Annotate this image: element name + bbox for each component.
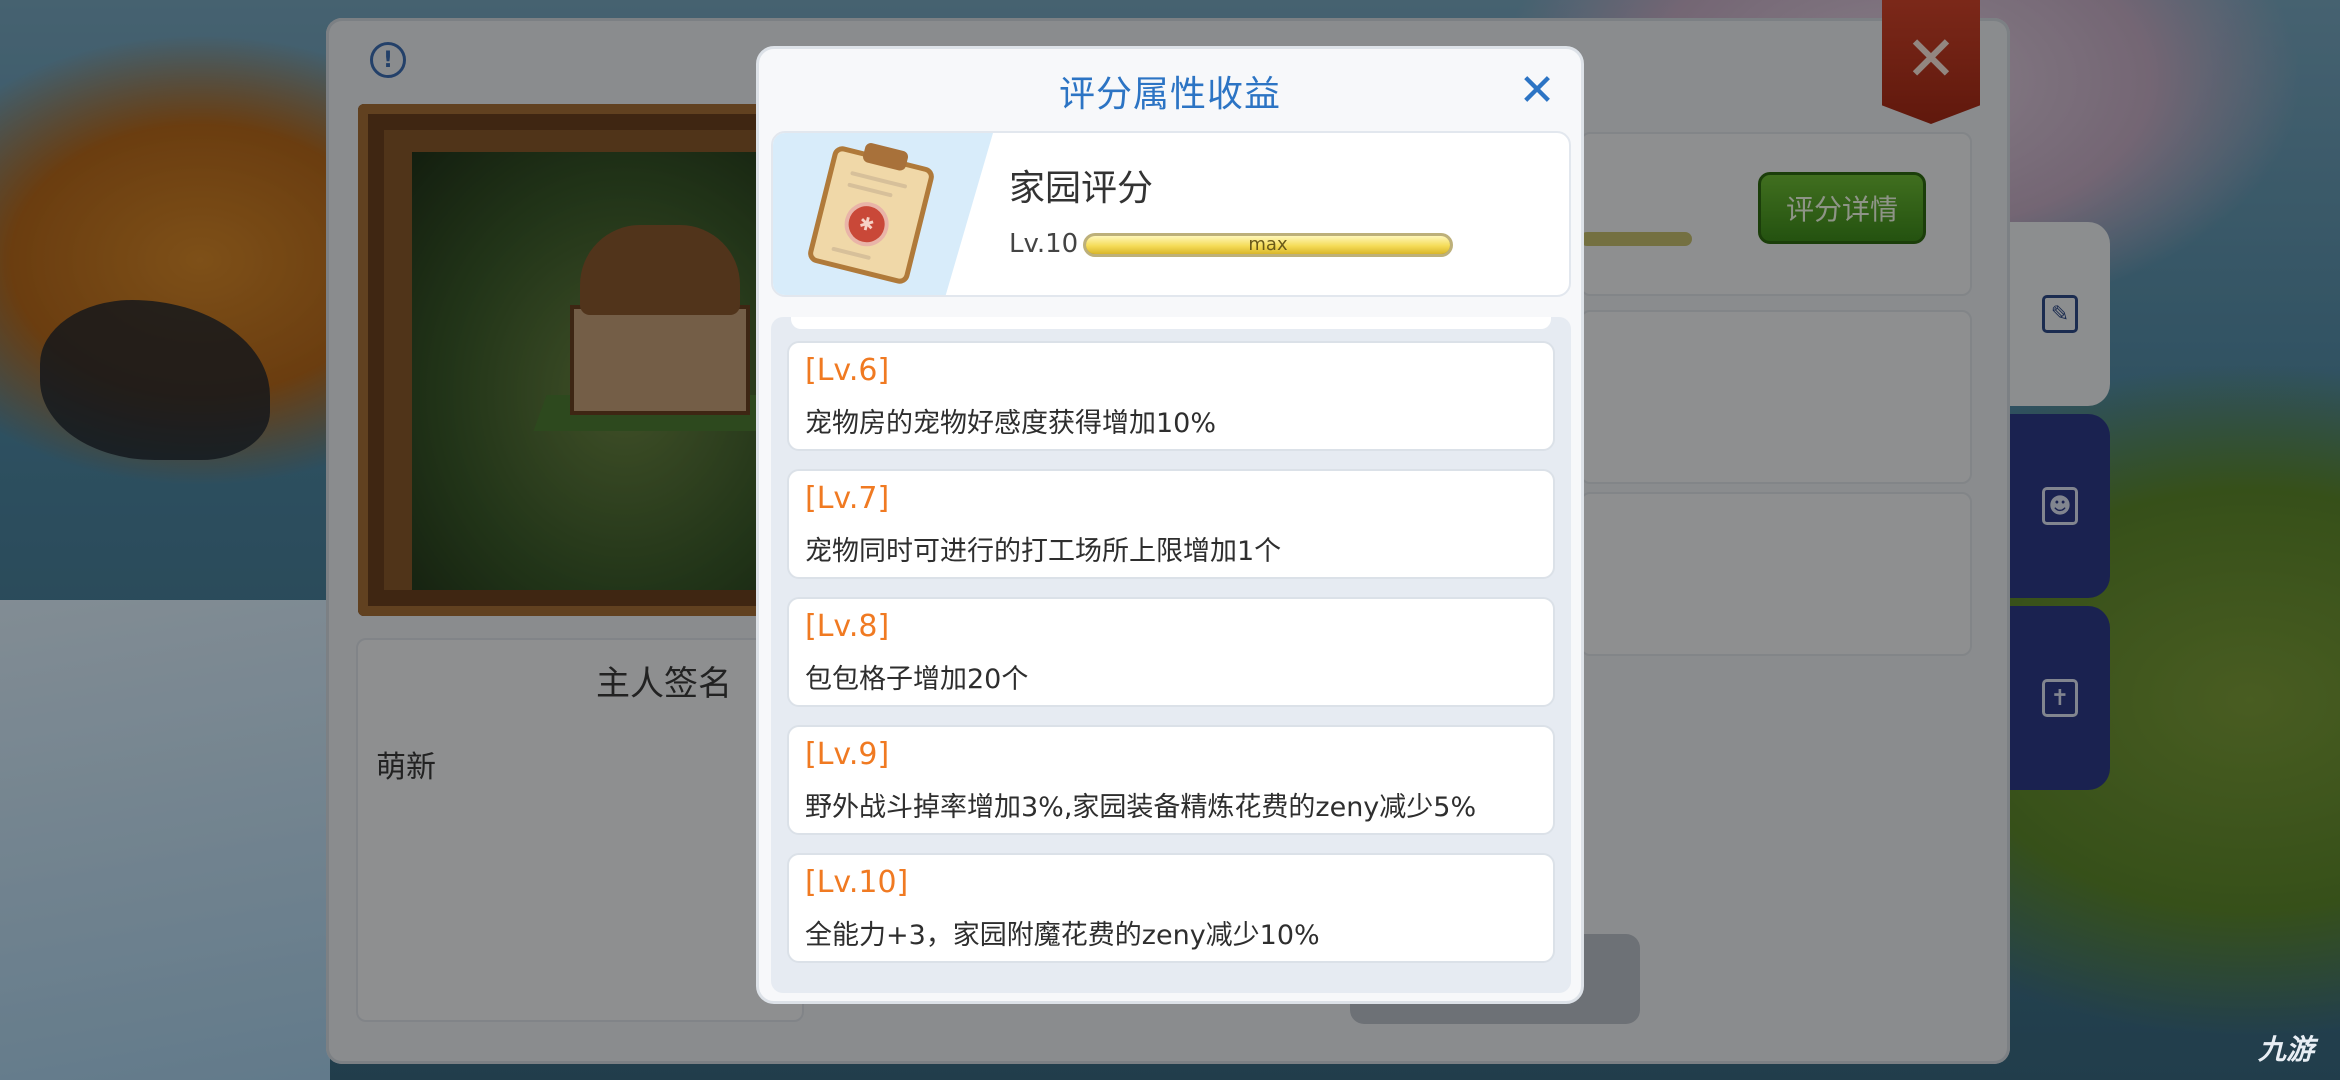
close-icon: ✕ [1518, 65, 1556, 116]
benefit-description: 野外战斗掉率增加3%,家园装备精炼花费的zeny减少5% [805, 792, 1477, 823]
benefit-level: [Lv.7] [805, 481, 890, 516]
benefit-description: 宠物同时可进行的打工场所上限增加1个 [805, 536, 1282, 567]
score-name: 家园评分 [1009, 168, 1154, 209]
modal-close-button[interactable]: ✕ [1517, 69, 1557, 113]
benefit-level: [Lv.10] [805, 865, 909, 900]
level-benefit-item: [Lv.7] 宠物同时可进行的打工场所上限增加1个 [787, 469, 1555, 579]
benefit-level: [Lv.6] [805, 353, 890, 388]
score-attribute-modal: 评分属性收益 ✕ ✱ 家园评分 Lv.10 max [Lv.6] 宠物房的宠物好感… [756, 46, 1584, 1004]
benefit-description: 全能力+3，家园附魔花费的zeny减少10% [805, 920, 1320, 951]
benefit-description: 宠物房的宠物好感度获得增加10% [805, 408, 1217, 439]
level-benefit-item: [Lv.8] 包包格子增加20个 [787, 597, 1555, 707]
score-level: Lv.10 [1009, 229, 1079, 259]
level-benefit-item: [Lv.10] 全能力+3，家园附魔花费的zeny减少10% [787, 853, 1555, 963]
level-benefit-list[interactable]: [Lv.6] 宠物房的宠物好感度获得增加10% [Lv.7] 宠物同时可进行的打工场所… [771, 317, 1571, 993]
benefit-level: [Lv.9] [805, 737, 890, 772]
home-score-card: ✱ 家园评分 Lv.10 max [771, 131, 1571, 297]
benefit-level: [Lv.8] [805, 609, 890, 644]
score-progress-bar: max [1083, 233, 1453, 257]
watermark: 九游 [2257, 1033, 2314, 1066]
level-benefit-item: [Lv.9] 野外战斗掉率增加3%,家园装备精炼花费的zeny减少5% [787, 725, 1555, 835]
modal-title: 评分属性收益 [1058, 74, 1281, 115]
level-benefit-item: [Lv.6] 宠物房的宠物好感度获得增加10% [787, 341, 1555, 451]
previous-entry-edge [791, 317, 1551, 329]
score-progress-text: max [1248, 234, 1288, 255]
benefit-description: 包包格子增加20个 [805, 664, 1029, 695]
